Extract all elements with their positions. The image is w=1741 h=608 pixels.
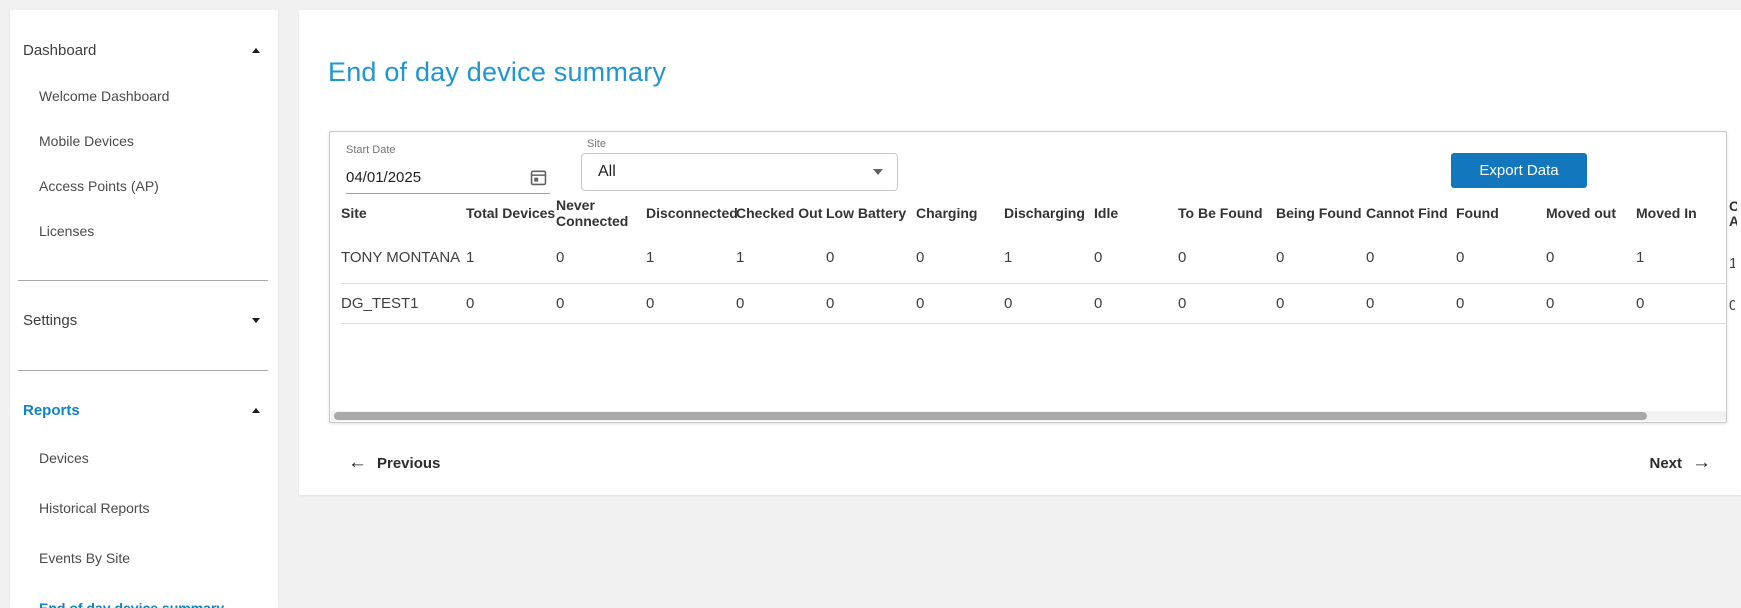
cell-value: 0 <box>1456 233 1546 283</box>
arrow-right-icon: → <box>1692 452 1711 474</box>
cell-value: 0 <box>1546 233 1636 283</box>
cell-site: TONY MONTANA <box>341 233 466 283</box>
arrow-left-icon: ← <box>348 452 367 474</box>
chevron-up-icon <box>252 48 260 53</box>
column-header-site: Site <box>341 193 466 233</box>
cell-value: 1 <box>736 233 826 283</box>
column-header-found: Found <box>1456 193 1546 233</box>
cell-value: 0 <box>1094 283 1178 323</box>
clipped-column-row2-value: 0 <box>1729 297 1735 314</box>
sidebar-item-licenses[interactable]: Licenses <box>10 208 278 253</box>
cell-value: 0 <box>1456 283 1546 323</box>
cell-value: 0 <box>556 233 646 283</box>
cell-value: 0 <box>1366 283 1456 323</box>
start-date-field[interactable]: Start Date 04/01/2025 <box>346 144 550 194</box>
cell-value: 1 <box>1636 233 1727 283</box>
summary-table: SiteTotal DevicesNever ConnectedDisconne… <box>341 193 1727 324</box>
sidebar-divider <box>18 280 268 281</box>
sidebar-item-end-of-day-device-summary[interactable]: End of day device summary <box>10 583 278 608</box>
cell-value: 0 <box>916 233 1004 283</box>
cell-value: 0 <box>556 283 646 323</box>
cell-value: 0 <box>916 283 1004 323</box>
page-title: End of day device summary <box>328 57 666 88</box>
cell-value: 1 <box>1004 233 1094 283</box>
column-header-moved-out: Moved out <box>1546 193 1636 233</box>
table-header-row: SiteTotal DevicesNever ConnectedDisconne… <box>341 193 1727 233</box>
chevron-down-icon <box>873 169 883 175</box>
sidebar-group-label: Settings <box>23 312 252 329</box>
cell-value: 0 <box>646 283 736 323</box>
table-row: DG_TEST100000000000000 <box>341 283 1727 323</box>
site-select-value: All <box>598 163 873 181</box>
export-data-button[interactable]: Export Data <box>1451 153 1587 188</box>
cell-value: 1 <box>466 233 556 283</box>
cell-value: 0 <box>826 283 916 323</box>
sidebar-item-events-by-site[interactable]: Events By Site <box>10 533 278 583</box>
column-header-idle: Idle <box>1094 193 1178 233</box>
column-header-never-connected: Never Connected <box>556 193 646 233</box>
previous-button[interactable]: ← Previous <box>348 448 440 478</box>
cell-value: 0 <box>1366 233 1456 283</box>
column-header-disconnected: Disconnected <box>646 193 736 233</box>
column-header-being-found: Being Found <box>1276 193 1366 233</box>
column-header-moved-in: Moved In <box>1636 193 1727 233</box>
column-header-to-be-found: To Be Found <box>1178 193 1276 233</box>
cell-value: 0 <box>1276 283 1366 323</box>
cell-value: 0 <box>1094 233 1178 283</box>
calendar-icon[interactable] <box>529 168 548 187</box>
cell-site: DG_TEST1 <box>341 283 466 323</box>
start-date-value[interactable]: 04/01/2025 <box>346 169 421 186</box>
next-button[interactable]: Next → <box>1649 448 1711 478</box>
sidebar-group-settings[interactable]: Settings <box>10 298 278 343</box>
cell-value: 1 <box>646 233 736 283</box>
clipped-column-row1-value: 1 <box>1729 255 1735 272</box>
column-header-cannot-find: Cannot Find <box>1366 193 1456 233</box>
sidebar-group-label: Reports <box>23 402 252 419</box>
next-button-label: Next <box>1649 455 1682 472</box>
sidebar-item-historical-reports[interactable]: Historical Reports <box>10 483 278 533</box>
chevron-up-icon <box>252 408 260 413</box>
cell-value: 0 <box>1004 283 1094 323</box>
column-header-total-devices: Total Devices <box>466 193 556 233</box>
clipped-column-header-line1: C <box>1729 199 1737 214</box>
cell-value: 0 <box>1546 283 1636 323</box>
column-header-checked-out: Checked Out <box>736 193 826 233</box>
sidebar: Dashboard Welcome DashboardMobile Devices… <box>10 10 278 608</box>
site-select[interactable]: All <box>581 153 898 191</box>
start-date-label: Start Date <box>346 144 550 156</box>
sidebar-item-welcome-dashboard[interactable]: Welcome Dashboard <box>10 73 278 118</box>
horizontal-scrollbar[interactable] <box>331 411 1727 421</box>
cell-value: 0 <box>1178 283 1276 323</box>
site-field: Site All <box>581 138 898 191</box>
sidebar-divider <box>18 370 268 371</box>
column-header-charging: Charging <box>916 193 1004 233</box>
table-row: TONY MONTANA10110010000001 <box>341 233 1727 283</box>
sidebar-group-reports[interactable]: Reports <box>10 388 278 433</box>
sidebar-item-access-points-ap[interactable]: Access Points (AP) <box>10 163 278 208</box>
sidebar-nav: Dashboard Welcome DashboardMobile Devices… <box>10 28 278 608</box>
sidebar-group-label: Dashboard <box>23 42 252 59</box>
horizontal-scrollbar-thumb[interactable] <box>334 412 1647 420</box>
report-panel: Start Date 04/01/2025 Site All Export Da… <box>329 131 1727 423</box>
column-header-low-battery: Low Battery <box>826 193 916 233</box>
cell-value: 0 <box>826 233 916 283</box>
cell-value: 0 <box>736 283 826 323</box>
cell-value: 0 <box>1178 233 1276 283</box>
cell-value: 0 <box>1276 233 1366 283</box>
chevron-down-icon <box>252 318 260 323</box>
content-area: End of day device summary Start Date 04/… <box>299 10 1741 495</box>
summary-table-wrap: SiteTotal DevicesNever ConnectedDisconne… <box>341 193 1727 324</box>
cell-value: 0 <box>466 283 556 323</box>
cell-value: 0 <box>1636 283 1727 323</box>
column-header-discharging: Discharging <box>1004 193 1094 233</box>
sidebar-item-devices[interactable]: Devices <box>10 433 278 483</box>
clipped-column-header-line2: A <box>1729 214 1737 229</box>
sidebar-item-mobile-devices[interactable]: Mobile Devices <box>10 118 278 163</box>
site-label: Site <box>587 138 898 150</box>
sidebar-group-dashboard[interactable]: Dashboard <box>10 28 278 73</box>
previous-button-label: Previous <box>377 455 440 472</box>
